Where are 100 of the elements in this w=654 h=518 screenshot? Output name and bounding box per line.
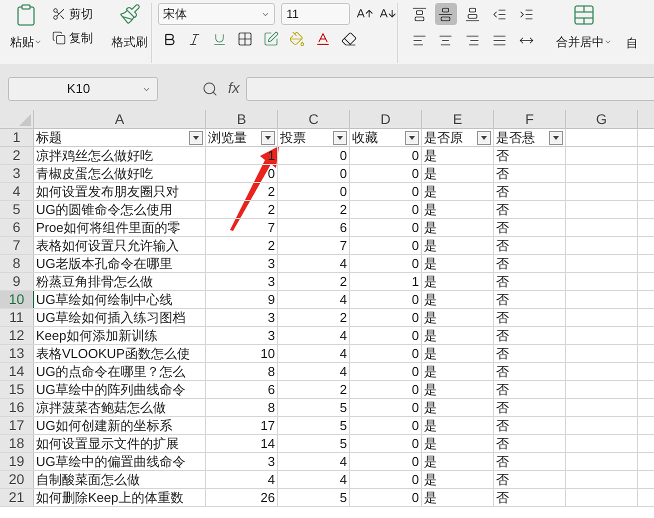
filter-dropdown-icon[interactable]: [189, 130, 203, 144]
filter-dropdown-icon[interactable]: [477, 130, 491, 144]
fill-color-icon[interactable]: [289, 31, 305, 47]
row-header[interactable]: 18: [0, 435, 34, 452]
caret-icon: [604, 38, 612, 46]
format-painter-icon[interactable]: [118, 3, 140, 25]
table-cell-text: 0: [412, 308, 419, 327]
column-header[interactable]: F: [494, 110, 566, 128]
italic-icon[interactable]: [187, 32, 202, 46]
table-cell-text: 0: [412, 434, 419, 453]
eraser-icon[interactable]: [341, 31, 357, 47]
row-header[interactable]: 2: [0, 147, 34, 164]
table-cell-text: 0: [412, 452, 419, 471]
fx-label[interactable]: fx: [228, 78, 240, 100]
row-header[interactable]: 20: [0, 471, 34, 488]
table-cell-text: 是: [424, 182, 437, 201]
font-color-icon[interactable]: [315, 31, 331, 47]
bold-icon[interactable]: [162, 32, 177, 46]
table-cell-text: 否: [496, 452, 509, 471]
table-cell-text: 0: [340, 164, 347, 183]
filter-dropdown-icon[interactable]: [549, 130, 563, 144]
table-cell-text: 是: [424, 470, 437, 489]
column-title: 收藏: [352, 128, 378, 147]
table-cell-text: 4: [340, 452, 347, 471]
paste-button[interactable]: 粘贴: [10, 33, 42, 51]
row-header[interactable]: 9: [0, 273, 34, 290]
borders-icon[interactable]: [237, 31, 253, 47]
table-cell-text: 17: [260, 416, 275, 435]
cell-format-icon[interactable]: [263, 31, 279, 47]
row-header[interactable]: 19: [0, 453, 34, 470]
row-header[interactable]: 3: [0, 165, 34, 182]
row-header[interactable]: 12: [0, 327, 34, 344]
table-cell-text: 否: [496, 236, 509, 255]
table-cell-text: 10: [260, 344, 275, 363]
font-select[interactable]: 宋体: [158, 3, 276, 25]
column-header[interactable]: C: [278, 110, 350, 128]
table-cell-text: 自制酸菜面怎么做: [36, 470, 140, 489]
table-cell-text: 0: [412, 416, 419, 435]
table-cell-text: 2: [268, 182, 275, 201]
table-cell-text: 是: [424, 416, 437, 435]
name-box[interactable]: K10: [8, 77, 158, 101]
table-cell-text: UG草绘如何绘制中心线: [36, 290, 172, 309]
table-cell-text: 是: [424, 200, 437, 219]
caret-icon: [34, 38, 42, 46]
align-middle-icon[interactable]: [434, 3, 457, 25]
filter-dropdown-icon[interactable]: [261, 130, 275, 144]
column-header[interactable]: E: [422, 110, 494, 128]
table-cell-text: Proe如何将组件里面的零: [36, 218, 180, 237]
formula-input[interactable]: [246, 77, 654, 101]
column-header[interactable]: G: [566, 110, 638, 128]
row-header[interactable]: 7: [0, 237, 34, 254]
format-painter-button[interactable]: 格式刷: [112, 33, 148, 51]
table-cell-text: 6: [268, 380, 275, 399]
row-header[interactable]: 16: [0, 399, 34, 416]
underline-icon[interactable]: [212, 32, 227, 46]
filter-dropdown-icon[interactable]: [333, 130, 347, 144]
row-header[interactable]: 4: [0, 183, 34, 200]
table-cell-text: 4: [340, 254, 347, 273]
row-header[interactable]: 15: [0, 381, 34, 398]
merge-center-button[interactable]: 合并居中: [556, 33, 612, 51]
table-cell-text: 1: [412, 272, 419, 291]
table-cell-text: 0: [412, 146, 419, 165]
row-header[interactable]: 10: [0, 291, 34, 308]
merge-cells-icon[interactable]: [572, 3, 596, 27]
column-header[interactable]: A: [34, 110, 206, 128]
table-cell-text: UG老版本孔命令在哪里: [36, 254, 172, 273]
row-header[interactable]: 11: [0, 309, 34, 326]
wrap-text-button[interactable]: 自: [626, 34, 638, 52]
row-header[interactable]: 1: [0, 129, 34, 146]
table-cell-text: 5: [340, 398, 347, 417]
table-cell-text: 否: [496, 470, 509, 489]
table-cell-text: 0: [412, 200, 419, 219]
table-cell-text: 2: [268, 236, 275, 255]
table-cell-text: 是: [424, 380, 437, 399]
row-header[interactable]: 5: [0, 201, 34, 218]
search-icon[interactable]: [202, 81, 218, 97]
column-header[interactable]: D: [350, 110, 422, 128]
row-header[interactable]: 6: [0, 219, 34, 236]
column-title: 是否原: [424, 128, 463, 147]
row-header[interactable]: 8: [0, 255, 34, 272]
table-cell-text: 2: [268, 200, 275, 219]
table-cell-text: 否: [496, 272, 509, 291]
column-header[interactable]: B: [206, 110, 278, 128]
cut-button[interactable]: 剪切: [52, 5, 108, 23]
table-cell-text: 否: [496, 362, 509, 381]
row-header[interactable]: 14: [0, 363, 34, 380]
row-header[interactable]: 21: [0, 489, 34, 506]
row-header[interactable]: 13: [0, 345, 34, 362]
filter-dropdown-icon[interactable]: [405, 130, 419, 144]
table-cell-text: 4: [340, 326, 347, 345]
font-size-select[interactable]: 11: [281, 3, 350, 25]
row-header[interactable]: 17: [0, 417, 34, 434]
table-cell-text: 0: [412, 290, 419, 309]
table-cell-text: 6: [340, 218, 347, 237]
table-cell-text: 0: [412, 236, 419, 255]
table-cell-text: 是: [424, 398, 437, 417]
table-cell-text: 是: [424, 236, 437, 255]
copy-button[interactable]: 复制: [52, 29, 108, 47]
table-cell-text: UG草绘中的偏置曲线命令: [36, 452, 186, 471]
table-cell-text: UG草绘如何插入练习图档: [36, 308, 186, 327]
